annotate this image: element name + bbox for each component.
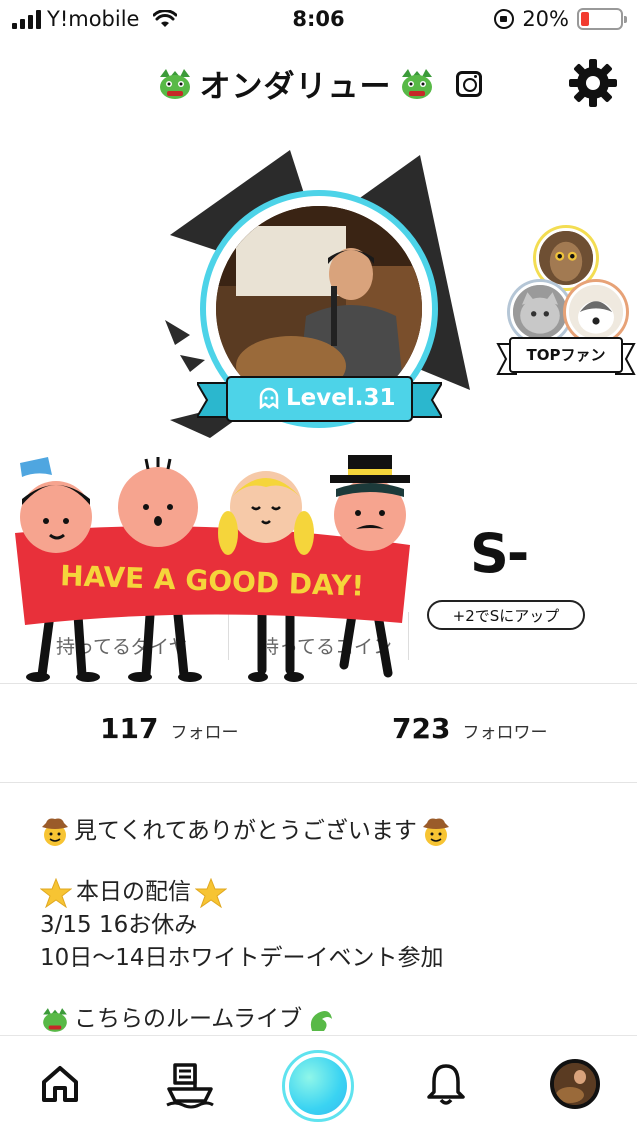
follow-stats: 117 フォロー 723 フォロワー: [0, 712, 637, 754]
bio-line: 見てくれてありがとうございます: [40, 815, 600, 848]
battery-icon: [577, 8, 627, 30]
bottom-nav: [0, 1035, 637, 1133]
bio-line: 本日の配信: [40, 876, 600, 909]
followers-label: フォロワー: [462, 723, 548, 743]
following-count: 117: [100, 712, 159, 745]
dragon-face-icon: [43, 1007, 67, 1032]
profile-avatar-icon: [550, 1059, 600, 1109]
status-bar: Y!mobile 8:06 20%: [0, 0, 637, 40]
top-fan-label: TOPファン: [526, 346, 606, 364]
status-right: 20%: [494, 7, 627, 31]
star-icon: [195, 877, 227, 908]
nav-home[interactable]: [28, 1052, 92, 1116]
record-button[interactable]: [282, 1050, 354, 1122]
title-wrap: オンダリュー: [0, 61, 637, 106]
bio-text: 見てくれてありがとうございます: [74, 818, 417, 844]
record-button-inner: [289, 1057, 347, 1115]
ship-icon: [166, 1063, 214, 1109]
top-fan-avatar[interactable]: [566, 282, 626, 342]
level-text: Level.31: [286, 385, 396, 411]
followers-count: 723: [392, 712, 451, 745]
rank-value: S-: [470, 522, 529, 585]
star-icon: [40, 877, 72, 908]
rotation-lock-icon: [494, 9, 515, 29]
following-stat[interactable]: 117 フォロー: [100, 712, 238, 745]
bio-line: 3/15 16お休み: [40, 909, 600, 942]
top-fan-avatar[interactable]: [536, 228, 596, 288]
bio-text: 10日〜14日ホワイトデーイベント参加: [40, 945, 444, 971]
gear-icon[interactable]: [567, 57, 619, 109]
top-fans[interactable]: TOPファン: [496, 228, 636, 384]
dragon-emoji-icon: [401, 68, 432, 99]
nav-voyage[interactable]: [158, 1052, 222, 1116]
nav-profile[interactable]: [543, 1052, 607, 1116]
bell-icon: [427, 1064, 465, 1105]
profile-header: オンダリュー: [0, 55, 637, 115]
instagram-icon[interactable]: [455, 70, 482, 97]
following-label: フォロー: [170, 723, 239, 743]
cowboy-face-icon: [42, 818, 68, 846]
battery-level-fill: [581, 12, 589, 26]
page-title: オンダリュー: [199, 69, 392, 105]
home-icon: [42, 1066, 78, 1102]
followers-stat[interactable]: 723 フォロワー: [392, 712, 547, 745]
nav-notifications[interactable]: [414, 1052, 478, 1116]
top-fan-avatar[interactable]: [510, 282, 570, 342]
battery-percent: 20%: [522, 7, 569, 31]
have-a-good-day-sticker: HAVE A GOOD DAY!: [15, 455, 410, 682]
ghost-icon: [259, 387, 279, 409]
bio-text: 3/15 16お休み: [40, 912, 198, 938]
level-badge: Level.31: [258, 380, 408, 416]
dragon-emoji-icon: [159, 68, 190, 99]
bio-text: こちらのルームライブ: [74, 1006, 303, 1032]
cowboy-face-icon: [422, 818, 449, 846]
bio-line: こちらのルームライブ: [40, 1003, 600, 1036]
profile-bio: 見てくれてありがとうございます 本日の配信 3/15 16お休み 10日〜14日…: [40, 815, 600, 1036]
rank-up-badge[interactable]: +2でSにアップ: [427, 600, 585, 630]
divider: [0, 683, 637, 684]
bio-text: 本日の配信: [76, 879, 191, 905]
divider: [0, 782, 637, 783]
dragon-icon: [311, 1010, 333, 1031]
bio-line: 10日〜14日ホワイトデーイベント参加: [40, 942, 600, 975]
